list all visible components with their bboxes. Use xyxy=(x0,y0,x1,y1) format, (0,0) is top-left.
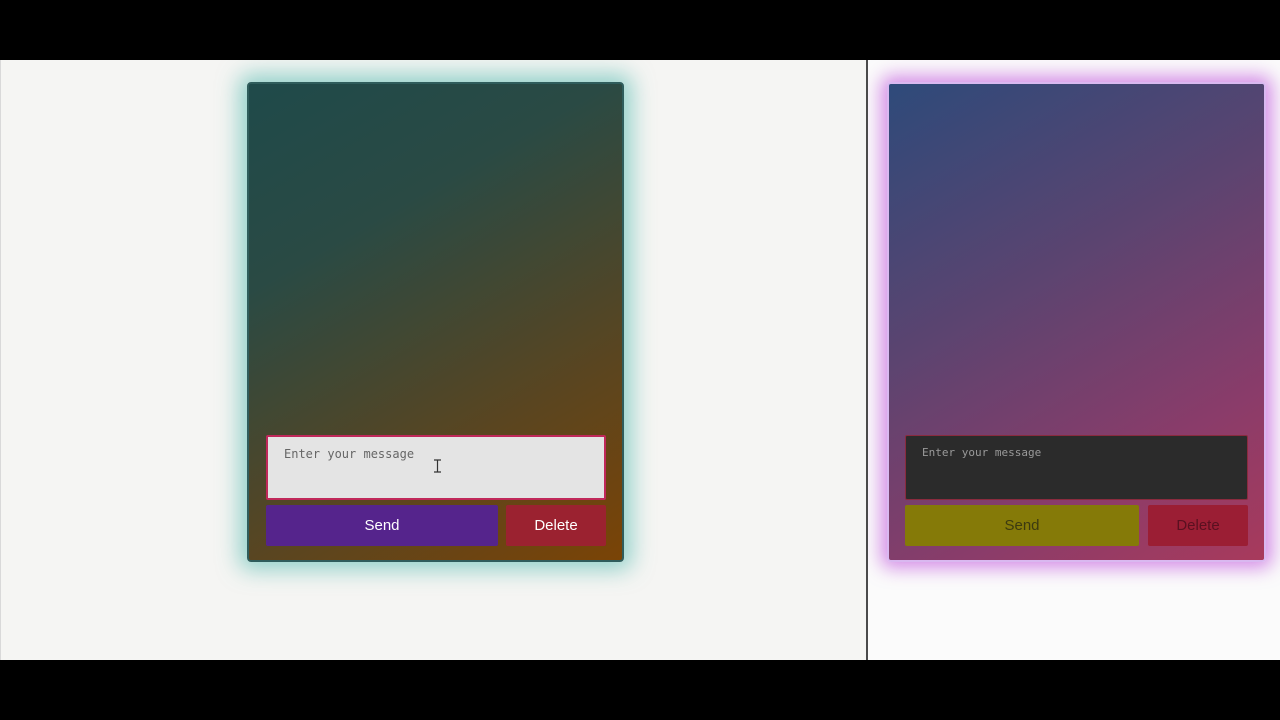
right-message-input[interactable] xyxy=(905,435,1248,500)
left-preview-pane: Send Delete xyxy=(0,60,866,660)
letterbox-top xyxy=(0,0,1280,60)
letterbox-bottom xyxy=(0,660,1280,720)
right-delete-button[interactable]: Delete xyxy=(1148,505,1248,546)
right-preview-pane: Send Delete xyxy=(868,60,1280,660)
left-message-input[interactable] xyxy=(266,435,606,500)
left-delete-button[interactable]: Delete xyxy=(506,505,606,546)
left-send-button[interactable]: Send xyxy=(266,505,498,546)
left-message-card: Send Delete xyxy=(247,82,624,562)
right-send-button[interactable]: Send xyxy=(905,505,1139,546)
right-message-card: Send Delete xyxy=(887,82,1266,562)
